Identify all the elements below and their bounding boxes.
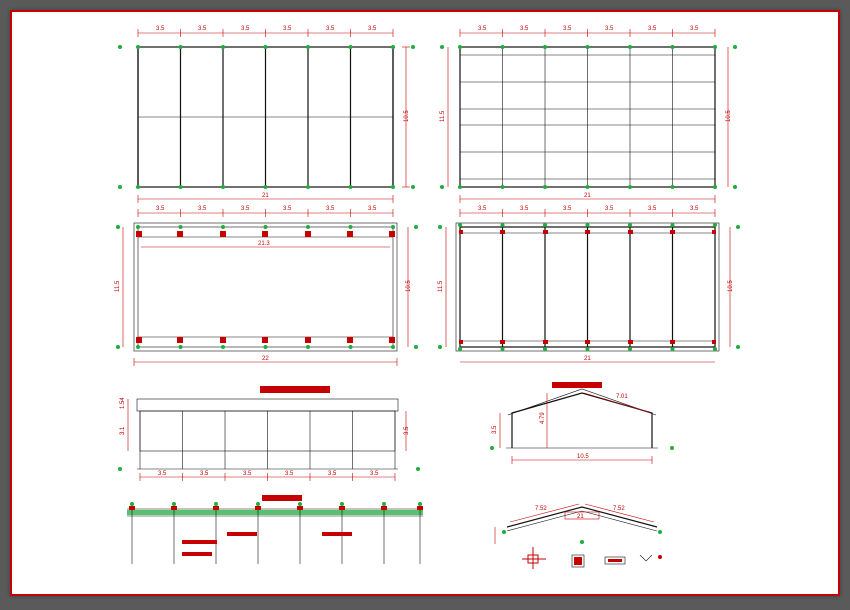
e-b1: 3.5	[200, 471, 209, 477]
e-b5: 3.5	[370, 471, 379, 477]
p2-b1: 3.5	[520, 26, 529, 32]
roof-span: 21	[577, 514, 584, 520]
elev-par: 1.54	[120, 397, 126, 409]
elevation: 1.54 3.1 3.5 3.5 3.5 3.5 3.5 3.5 3.5	[118, 386, 420, 481]
plan-2: 3.5 3.5 3.5 3.5 3.5 3.5 21 11.5 10.5	[440, 26, 737, 203]
p2-b4: 3.5	[648, 26, 657, 32]
p3-b4: 3.5	[326, 206, 335, 212]
e-b3: 3.5	[285, 471, 294, 477]
roof-r: 7.52	[613, 506, 625, 512]
plan-1: 3.5 3.5 3.5 3.5 3.5 3.5 21 10.5	[118, 26, 415, 203]
e-b4: 3.5	[328, 471, 337, 477]
p1-d: 10.5	[404, 110, 410, 122]
p2-b3: 3.5	[605, 26, 614, 32]
p4-rd: 10.5	[728, 280, 734, 292]
p1-b3: 3.5	[283, 26, 292, 32]
p3-ow: 22	[262, 356, 269, 362]
elev-rh: 3.5	[404, 426, 410, 435]
p3-ld: 11.5	[115, 280, 121, 292]
e-b0: 3.5	[158, 471, 167, 477]
sec-ridge: 4.79	[540, 412, 546, 424]
p3-b2: 3.5	[241, 206, 250, 212]
p3-b0: 3.5	[156, 206, 165, 212]
p4-ld: 11.5	[438, 280, 444, 292]
p4-b1: 3.5	[520, 206, 529, 212]
p1-b5: 3.5	[368, 26, 377, 32]
p1-w: 21	[262, 193, 269, 199]
sec-eave: 3.5	[492, 425, 498, 434]
p2-w: 21	[584, 193, 591, 199]
section: 7.01 3.5 4.79 10.5	[490, 382, 674, 464]
p4-w: 21	[584, 356, 591, 362]
roof-l: 7.52	[535, 506, 547, 512]
plan-3: 3.5 3.5 3.5 3.5 3.5 3.5 21.3 22 11.5 10.…	[115, 206, 418, 366]
p3-b3: 3.5	[283, 206, 292, 212]
sec-span: 10.5	[577, 454, 589, 460]
p4-b4: 3.5	[648, 206, 657, 212]
p2-b2: 3.5	[563, 26, 572, 32]
drawing-sheet: 3.5 3.5 3.5 3.5 3.5 3.5 21 10.5 3.5 3.5	[10, 10, 840, 596]
p2-ld: 11.5	[440, 110, 446, 122]
p4-b0: 3.5	[478, 206, 487, 212]
p4-b3: 3.5	[605, 206, 614, 212]
p3-iw: 21.3	[258, 241, 270, 247]
p3-b1: 3.5	[198, 206, 207, 212]
p1-b4: 3.5	[326, 26, 335, 32]
p4-b2: 3.5	[563, 206, 572, 212]
p2-b5: 3.5	[690, 26, 699, 32]
p2-b0: 3.5	[478, 26, 487, 32]
roof-detail: 7.52 7.52 21	[495, 504, 662, 569]
p3-b5: 3.5	[368, 206, 377, 212]
p1-b0: 3.5	[156, 26, 165, 32]
detail-strip	[127, 495, 423, 564]
drawing-canvas: 3.5 3.5 3.5 3.5 3.5 3.5 21 10.5 3.5 3.5	[12, 12, 838, 594]
p1-b2: 3.5	[241, 26, 250, 32]
p4-b5: 3.5	[690, 206, 699, 212]
plan-4: 3.5 3.5 3.5 3.5 3.5 3.5 21 11.5 10.5	[438, 206, 740, 362]
elev-eave: 3.1	[120, 426, 126, 435]
p2-rd: 10.5	[726, 110, 732, 122]
sec-roof: 7.01	[616, 394, 628, 400]
plan1-dims-top	[138, 29, 393, 37]
p1-b1: 3.5	[198, 26, 207, 32]
e-b2: 3.5	[243, 471, 252, 477]
p3-rd: 10.5	[406, 280, 412, 292]
